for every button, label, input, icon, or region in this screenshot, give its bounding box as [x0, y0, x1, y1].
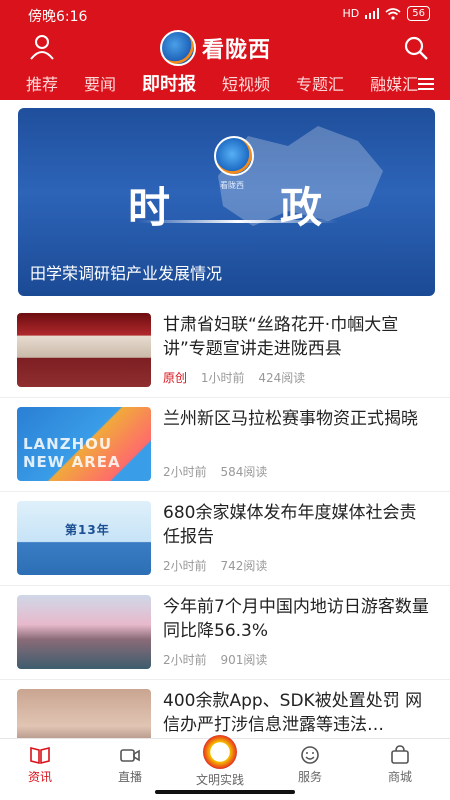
news-thumbnail: LANZHOU NEW AREA: [17, 407, 151, 481]
tab-headlines[interactable]: 要闻: [84, 71, 116, 95]
news-reads: 742阅读: [220, 559, 268, 573]
user-icon[interactable]: [28, 33, 56, 61]
nav-item-live[interactable]: 直播: [100, 745, 160, 785]
hero-caption: 田学荣调研铝产业发展情况: [30, 264, 223, 283]
tab-instant[interactable]: 即时报: [142, 70, 196, 103]
thumbnail-text: 第13年: [65, 523, 110, 537]
news-time: 2小时前: [163, 653, 207, 667]
shopping-bag-icon: [391, 745, 409, 764]
nav-item-news[interactable]: 资讯: [10, 745, 70, 785]
news-item[interactable]: 第13年 680余家媒体发布年度媒体社会责任报告 2小时前 742阅读: [0, 493, 450, 586]
signal-icon: HD: [342, 7, 360, 20]
news-title: 兰州新区马拉松赛事物资正式揭晓: [163, 409, 418, 429]
video-camera-icon: [120, 749, 140, 762]
nav-label: 资讯: [27, 770, 52, 784]
hero-shine: [138, 220, 338, 223]
hero-title-char-1: 时: [128, 183, 173, 232]
news-thumbnail: [17, 313, 151, 387]
status-bar: 傍晚6:16 HD 56: [0, 0, 450, 30]
original-tag: 原创: [163, 371, 188, 385]
nav-label: 直播: [117, 770, 142, 784]
civilization-emblem-icon: [203, 735, 237, 769]
app-name: 看陇西: [202, 38, 272, 63]
hero-emblem-icon: [214, 136, 254, 176]
search-icon[interactable]: [402, 34, 430, 62]
news-meta: 2小时前 584阅读: [163, 463, 277, 480]
news-meta: 原创 1小时前 424阅读: [163, 369, 315, 386]
logo-emblem-icon: [160, 30, 196, 66]
tab-short-video[interactable]: 短视频: [222, 71, 270, 95]
nav-item-civilization[interactable]: 文明实践: [190, 735, 250, 788]
news-title: 400余款App、SDK被处置处罚 网信办严打涉信息泄露等违法…: [163, 691, 423, 735]
hero-emblem-text: 看陇西: [220, 181, 244, 190]
news-item[interactable]: 甘肃省妇联“丝路花开·巾帼大宣讲”专题宣讲走进陇西县 原创 1小时前 424阅读: [0, 305, 450, 398]
battery-indicator: 56: [407, 6, 430, 21]
news-title: 甘肃省妇联“丝路花开·巾帼大宣讲”专题宣讲走进陇西县: [163, 315, 399, 359]
cellular-icon: [365, 8, 380, 19]
status-icons: HD 56: [343, 6, 430, 21]
menu-icon[interactable]: [418, 78, 434, 90]
news-reads: 584阅读: [220, 465, 268, 479]
news-thumbnail: 第13年: [17, 501, 151, 575]
nav-label: 商城: [387, 770, 412, 784]
hero-banner[interactable]: 看陇西 时 政 田学荣调研铝产业发展情况: [18, 108, 435, 296]
news-reads: 901阅读: [220, 653, 268, 667]
smile-icon: [301, 746, 319, 764]
wifi-icon: [385, 7, 401, 20]
news-reads: 424阅读: [258, 371, 306, 385]
news-item[interactable]: 今年前7个月中国内地访日游客数量同比降56.3% 2小时前 901阅读: [0, 587, 450, 680]
top-row: 看陇西: [0, 30, 450, 66]
tab-media[interactable]: 融媒汇: [370, 71, 418, 95]
home-indicator[interactable]: [155, 790, 295, 794]
news-meta: 2小时前 901阅读: [163, 651, 277, 668]
news-thumbnail: [17, 595, 151, 669]
nav-label: 文明实践: [195, 773, 244, 787]
news-time: 2小时前: [163, 465, 207, 479]
app-header: 傍晚6:16 HD 56 看陇西 推荐 要闻 即时报 短视频 专题汇 融媒汇: [0, 0, 450, 103]
news-time: 2小时前: [163, 559, 207, 573]
nav-item-mall[interactable]: 商城: [370, 745, 430, 785]
app-logo: 看陇西: [160, 30, 271, 66]
tab-topics[interactable]: 专题汇: [296, 71, 344, 95]
nav-label: 服务: [297, 770, 322, 784]
hero-title-char-2: 政: [280, 183, 325, 232]
news-title: 今年前7个月中国内地访日游客数量同比降56.3%: [163, 597, 429, 641]
nav-item-service[interactable]: 服务: [280, 745, 340, 785]
news-item[interactable]: LANZHOU NEW AREA 兰州新区马拉松赛事物资正式揭晓 2小时前 58…: [0, 399, 450, 492]
channel-tabs: 推荐 要闻 即时报 短视频 专题汇 融媒汇: [0, 66, 450, 103]
thumbnail-text: LANZHOU NEW AREA: [23, 435, 121, 471]
news-title: 680余家媒体发布年度媒体社会责任报告: [163, 503, 417, 547]
news-time: 1小时前: [200, 371, 245, 385]
news-meta: 2小时前 742阅读: [163, 557, 277, 574]
book-icon: [30, 746, 50, 765]
status-time: 傍晚6:16: [28, 9, 88, 25]
tab-recommend[interactable]: 推荐: [26, 71, 58, 95]
